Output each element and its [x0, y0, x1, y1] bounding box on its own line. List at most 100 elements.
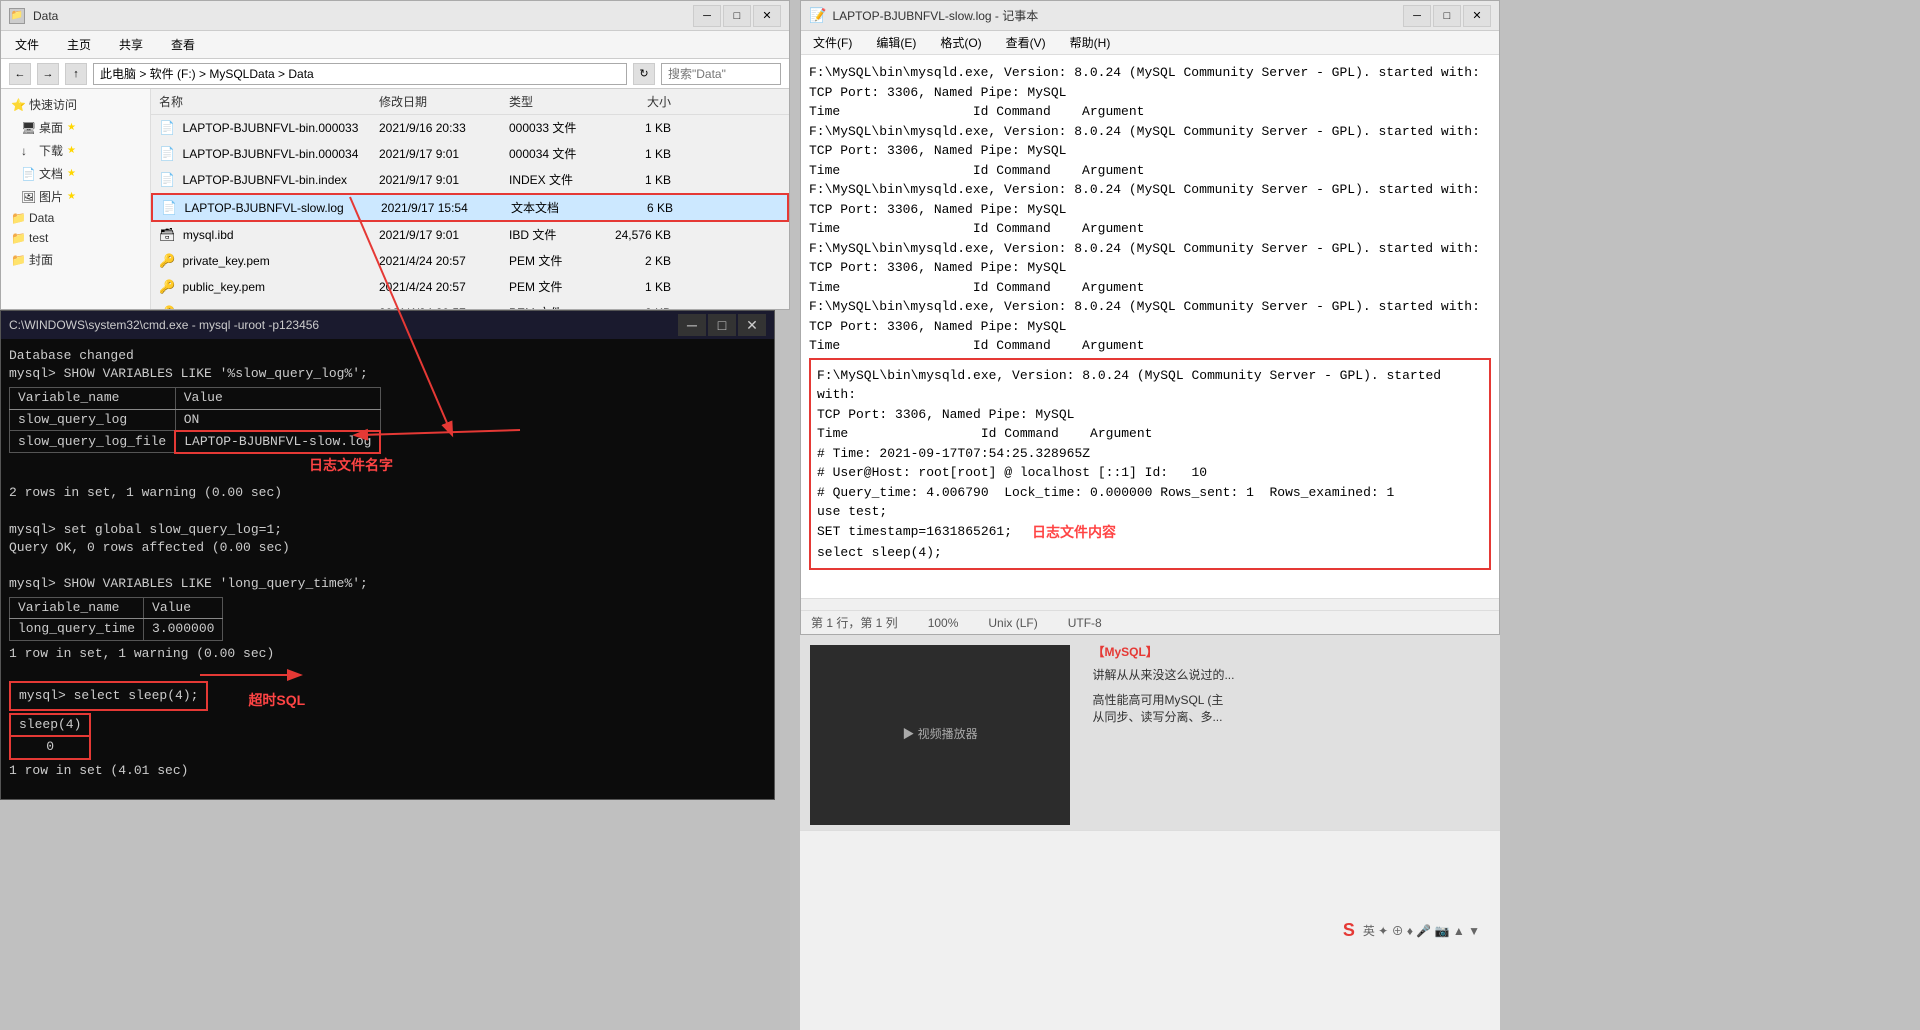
sidebar-item-downloads[interactable]: ↓ 下载 ★ — [5, 139, 146, 162]
notepad-maximize-button[interactable]: □ — [1433, 5, 1461, 27]
sidebar-label-quickaccess: 快速访问 — [29, 96, 77, 113]
cmd-maximize-button[interactable]: □ — [708, 314, 736, 336]
column-size[interactable]: 大小 — [605, 91, 675, 112]
file-size: 2 KB — [605, 304, 675, 310]
file-size: 1 KB — [605, 119, 675, 137]
csdn-s-icon: S — [1343, 920, 1355, 941]
file-name: mysql.ibd — [183, 228, 234, 242]
file-icon: 📄 — [159, 120, 175, 135]
notepad-menu-edit[interactable]: 编辑(E) — [870, 32, 922, 53]
ribbon-tab-file[interactable]: 文件 — [9, 34, 45, 55]
minimize-button[interactable]: ─ — [693, 5, 721, 27]
sidebar: ⭐ 快速访问 🖥 桌面 ★ ↓ 下载 ★ 📄 文档 ★ 🖼 图片 ★ — [1, 89, 151, 309]
address-path[interactable]: 此电脑 > 软件 (F:) > MySQLData > Data — [93, 63, 627, 85]
csdn-desc-2: 高性能高可用MySQL (主 — [1092, 691, 1476, 708]
file-row[interactable]: 📄 LAPTOP-BJUBNFVL-bin.000034 2021/9/17 9… — [151, 141, 789, 167]
file-name: LAPTOP-BJUBNFVL-slow.log — [185, 201, 344, 215]
cmd-line-longquery: mysql> SHOW VARIABLES LIKE 'long_query_t… — [9, 575, 766, 593]
file-date: 2021/9/17 15:54 — [377, 199, 507, 217]
notepad-content[interactable]: F:\MySQL\bin\mysqld.exe, Version: 8.0.24… — [801, 55, 1499, 598]
file-row[interactable]: 🗃 mysql.ibd 2021/9/17 9:01 IBD 文件 24,576… — [151, 222, 789, 248]
cmd-line-rows1: 2 rows in set, 1 warning (0.00 sec) — [9, 484, 766, 502]
cmd-minimize-button[interactable]: ─ — [678, 314, 706, 336]
ribbon-tab-view[interactable]: 查看 — [165, 34, 201, 55]
notepad-line-7: F:\MySQL\bin\mysqld.exe, Version: 8.0.24… — [809, 180, 1491, 200]
annotation-file-content: 日志文件内容 — [1032, 522, 1116, 543]
file-explorer-window: 📁 Data ─ □ ✕ 文件 主页 共享 查看 ← → ↑ 此电脑 > 软件 … — [0, 0, 790, 310]
sidebar-item-quickaccess[interactable]: ⭐ 快速访问 — [5, 93, 146, 116]
annotation-log-filename: 日志文件名字 — [309, 457, 393, 473]
notepad-close-button[interactable]: ✕ — [1463, 5, 1491, 27]
file-type: 文本文档 — [507, 197, 607, 218]
notepad-line-10: F:\MySQL\bin\mysqld.exe, Version: 8.0.24… — [809, 239, 1491, 259]
file-icon: 🔑 — [159, 279, 175, 294]
slow-log-filename: LAPTOP-BJUBNFVL-slow.log — [184, 434, 371, 449]
downloads-icon: ↓ — [21, 144, 35, 158]
file-row[interactable]: 📄 LAPTOP-BJUBNFVL-slow.log 2021/9/17 15:… — [151, 193, 789, 222]
pictures-icon: 🖼 — [21, 190, 35, 204]
file-row[interactable]: 📄 LAPTOP-BJUBNFVL-bin.index 2021/9/17 9:… — [151, 167, 789, 193]
file-type: PEM 文件 — [505, 276, 605, 297]
notepad-hl-select: select sleep(4); — [817, 543, 1483, 563]
file-icon: 📄 — [159, 172, 175, 187]
file-row[interactable]: 🔑 server-cert.pem 2021/4/24 20:57 PEM 文件… — [151, 300, 789, 309]
notepad-line-9: Time Id Command Argument — [809, 219, 1491, 239]
file-name: private_key.pem — [183, 254, 270, 268]
notepad-hl-1: F:\MySQL\bin\mysqld.exe, Version: 8.0.24… — [817, 366, 1483, 405]
file-size: 24,576 KB — [605, 226, 675, 244]
column-name[interactable]: 名称 — [155, 91, 375, 112]
file-row[interactable]: 🔑 public_key.pem 2021/4/24 20:57 PEM 文件 … — [151, 274, 789, 300]
file-name: server-cert.pem — [183, 306, 267, 310]
sidebar-label-documents: 文档 — [39, 165, 63, 182]
test-folder-icon: 📁 — [11, 231, 25, 245]
column-date[interactable]: 修改日期 — [375, 91, 505, 112]
ribbon-tab-home[interactable]: 主页 — [61, 34, 97, 55]
cmd-window: C:\WINDOWS\system32\cmd.exe - mysql -uro… — [0, 310, 775, 800]
forward-button[interactable]: → — [37, 63, 59, 85]
cmd-title: C:\WINDOWS\system32\cmd.exe - mysql -uro… — [9, 318, 678, 332]
sidebar-item-test[interactable]: 📁 test — [5, 228, 146, 248]
back-button[interactable]: ← — [9, 63, 31, 85]
file-row[interactable]: 🔑 private_key.pem 2021/4/24 20:57 PEM 文件… — [151, 248, 789, 274]
notepad-menu-format[interactable]: 格式(O) — [934, 32, 987, 53]
close-button[interactable]: ✕ — [753, 5, 781, 27]
up-button[interactable]: ↑ — [65, 63, 87, 85]
file-icon: 🔑 — [159, 305, 175, 310]
notepad-line-2: TCP Port: 3306, Named Pipe: MySQL — [809, 83, 1491, 103]
cmd-prompt: mysql> _ — [9, 798, 766, 799]
notepad-scrollbar-h[interactable] — [801, 598, 1499, 610]
notepad-titlebar: 📝 LAPTOP-BJUBNFVL-slow.log - 记事本 ─ □ ✕ — [801, 1, 1499, 31]
notepad-statusbar: 第 1 行，第 1 列 100% Unix (LF) UTF-8 — [801, 610, 1499, 634]
file-explorer-titlebar: 📁 Data ─ □ ✕ — [1, 1, 789, 31]
file-icon: 📄 — [161, 200, 177, 215]
cmd-table-long: Variable_nameValue long_query_time 3.000… — [9, 597, 223, 640]
cmd-line-rows2: 1 row in set, 1 warning (0.00 sec) — [9, 645, 766, 663]
file-list-header: 名称 修改日期 类型 大小 — [151, 89, 789, 115]
notepad-menu-file[interactable]: 文件(F) — [807, 32, 858, 53]
cmd-content: Database changed mysql> SHOW VARIABLES L… — [1, 339, 774, 799]
sidebar-item-cover[interactable]: 📁 封面 — [5, 248, 146, 271]
notepad-menu-view[interactable]: 查看(V) — [1000, 32, 1052, 53]
cmd-close-button[interactable]: ✕ — [738, 314, 766, 336]
file-type: IBD 文件 — [505, 224, 605, 245]
refresh-button[interactable]: ↻ — [633, 63, 655, 85]
notepad-menu-help[interactable]: 帮助(H) — [1064, 32, 1117, 53]
column-type[interactable]: 类型 — [505, 91, 605, 112]
file-icon: 🔑 — [159, 253, 175, 268]
file-date: 2021/9/17 9:01 — [375, 145, 505, 163]
notepad-line-12: Time Id Command Argument — [809, 278, 1491, 298]
sidebar-item-documents[interactable]: 📄 文档 ★ — [5, 162, 146, 185]
taskbar-status: 英 ✦ ⊕ ♦ 🎤 📷 ▲ ▼ — [1363, 922, 1480, 939]
sidebar-item-data[interactable]: 📁 Data — [5, 208, 146, 228]
cmd-line-blank2 — [9, 557, 766, 575]
search-input[interactable] — [661, 63, 781, 85]
sidebar-item-desktop[interactable]: 🖥 桌面 ★ — [5, 116, 146, 139]
notepad-hl-time: # Time: 2021-09-17T07:54:25.328965Z — [817, 444, 1483, 464]
ribbon-tab-share[interactable]: 共享 — [113, 34, 149, 55]
maximize-button[interactable]: □ — [723, 5, 751, 27]
annotation-overtime-sql: 超时SQL — [248, 692, 305, 708]
sidebar-item-pictures[interactable]: 🖼 图片 ★ — [5, 185, 146, 208]
notepad-title: LAPTOP-BJUBNFVL-slow.log - 记事本 — [832, 7, 1403, 24]
notepad-minimize-button[interactable]: ─ — [1403, 5, 1431, 27]
file-row[interactable]: 📄 LAPTOP-BJUBNFVL-bin.000033 2021/9/16 2… — [151, 115, 789, 141]
